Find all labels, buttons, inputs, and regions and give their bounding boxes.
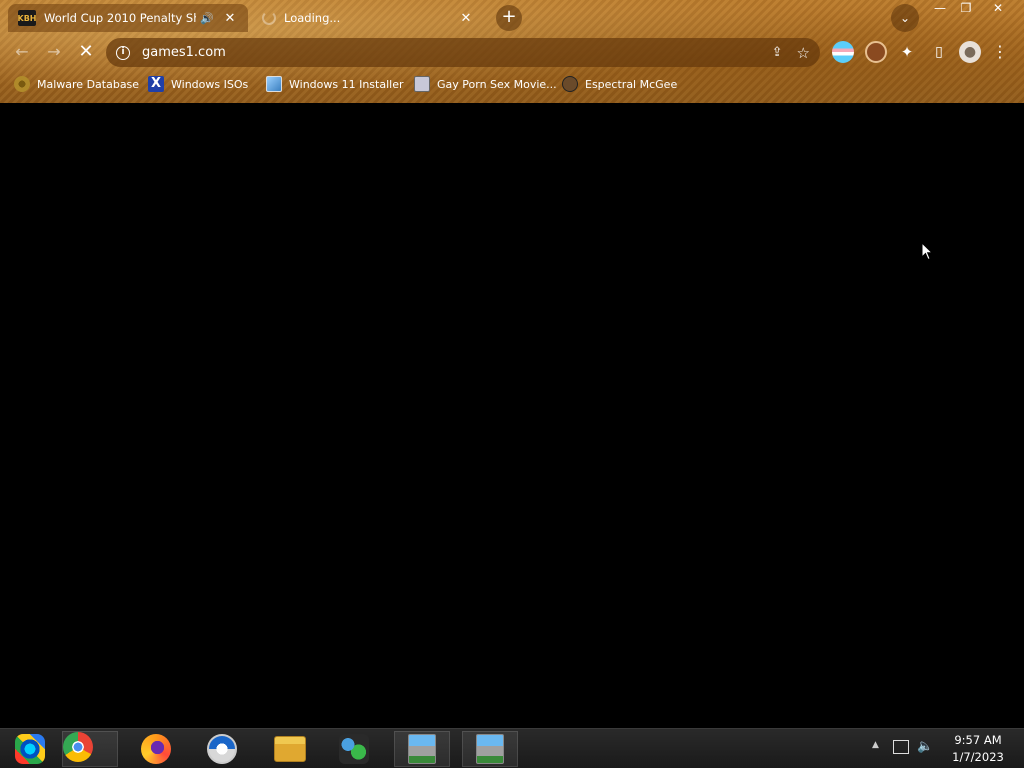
- bookmark-label: Espectral McGee: [585, 77, 678, 91]
- clock-date: 1/7/2023: [952, 750, 1004, 764]
- share-icon[interactable]: ⇪: [772, 45, 783, 60]
- bookmark-label: Windows ISOs: [171, 77, 249, 91]
- malware-icon: [14, 76, 30, 92]
- windows-installer-icon: [266, 76, 282, 92]
- bookmark-windows-isos[interactable]: X Windows ISOs: [148, 74, 248, 94]
- extensions-puzzle-icon[interactable]: ✦: [896, 41, 918, 63]
- bookmark-windows-11-installer[interactable]: Windows 11 Installer: [266, 74, 404, 94]
- page-content[interactable]: [0, 103, 1024, 728]
- stop-loading-button[interactable]: ✕: [74, 40, 98, 64]
- clock-time: 9:57 AM: [954, 733, 1002, 747]
- extension-avatar-icon[interactable]: [865, 41, 887, 63]
- taskbar-file-explorer[interactable]: [262, 731, 318, 767]
- taskbar: [0, 728, 1024, 768]
- close-tab-icon[interactable]: ✕: [222, 11, 238, 26]
- volume-icon[interactable]: 🔈: [917, 739, 933, 754]
- system-clock[interactable]: 9:57 AM 1/7/2023: [944, 732, 1012, 766]
- browser-chrome: KBH World Cup 2010 Penalty Shoo 🔊 ✕ Load…: [0, 0, 1024, 103]
- network-icon[interactable]: [893, 740, 909, 754]
- taskbar-opera[interactable]: [194, 731, 250, 767]
- address-bar[interactable]: i games1.com ⇪ ☆: [106, 38, 820, 67]
- chrome-icon: [63, 732, 93, 762]
- taskbar-installer-1[interactable]: [394, 731, 450, 767]
- bookmark-label: Malware Database: [37, 77, 140, 91]
- firefox-icon: [141, 734, 171, 764]
- bookmark-star-icon[interactable]: ☆: [797, 44, 810, 62]
- x-logo-icon: X: [148, 76, 164, 92]
- start-icon: [15, 734, 45, 764]
- close-window-button[interactable]: ✕: [984, 0, 1012, 18]
- close-tab-icon[interactable]: ✕: [458, 11, 474, 26]
- browser-menu-icon[interactable]: ⋮: [992, 41, 1008, 63]
- restore-button[interactable]: ❐: [952, 0, 980, 18]
- profile-avatar-icon[interactable]: ●: [959, 41, 981, 63]
- tab-world-cup[interactable]: KBH World Cup 2010 Penalty Shoo 🔊 ✕: [8, 4, 248, 32]
- extension-flag-icon[interactable]: [832, 41, 854, 63]
- opera-icon: [207, 734, 237, 764]
- mouse-cursor-icon: [921, 242, 933, 261]
- back-button[interactable]: ←: [10, 40, 34, 64]
- taskbar-firefox[interactable]: [128, 731, 184, 767]
- minimize-button[interactable]: —: [926, 0, 954, 18]
- url-text[interactable]: games1.com: [142, 45, 772, 60]
- new-tab-button[interactable]: +: [496, 5, 522, 31]
- bookmark-movie[interactable]: Gay Porn Sex Movie...: [414, 74, 557, 94]
- bookmark-espectral-mcgee[interactable]: Espectral McGee: [562, 74, 677, 94]
- bookmark-label: Windows 11 Installer: [289, 77, 404, 91]
- bookmark-label: Gay Porn Sex Movie...: [437, 77, 557, 91]
- file-explorer-icon: [274, 736, 306, 762]
- computer-icon: [414, 76, 430, 92]
- installer-app-icon: [476, 734, 504, 764]
- bookmark-malware-database[interactable]: Malware Database: [14, 74, 139, 94]
- character-icon: [562, 76, 578, 92]
- forward-button[interactable]: →: [42, 40, 66, 64]
- loading-spinner-icon: [262, 11, 276, 25]
- show-hidden-icons-icon[interactable]: ▲: [872, 740, 879, 750]
- site-info-icon[interactable]: i: [116, 45, 130, 60]
- speaker-icon[interactable]: 🔊: [200, 12, 214, 25]
- side-panel-icon[interactable]: ▯: [928, 41, 950, 63]
- kbh-favicon-icon: KBH: [18, 10, 37, 26]
- tab-title: World Cup 2010 Penalty Shoo: [44, 11, 196, 25]
- tab-title: Loading...: [284, 11, 341, 25]
- tab-loading[interactable]: Loading... ✕: [252, 4, 484, 32]
- people-icon: [339, 734, 369, 764]
- taskbar-chrome[interactable]: [62, 731, 118, 767]
- start-button[interactable]: [2, 731, 58, 767]
- taskbar-installer-2[interactable]: [462, 731, 518, 767]
- tab-search-button[interactable]: ⌄: [891, 4, 919, 32]
- taskbar-people[interactable]: [326, 731, 382, 767]
- installer-app-icon: [408, 734, 436, 764]
